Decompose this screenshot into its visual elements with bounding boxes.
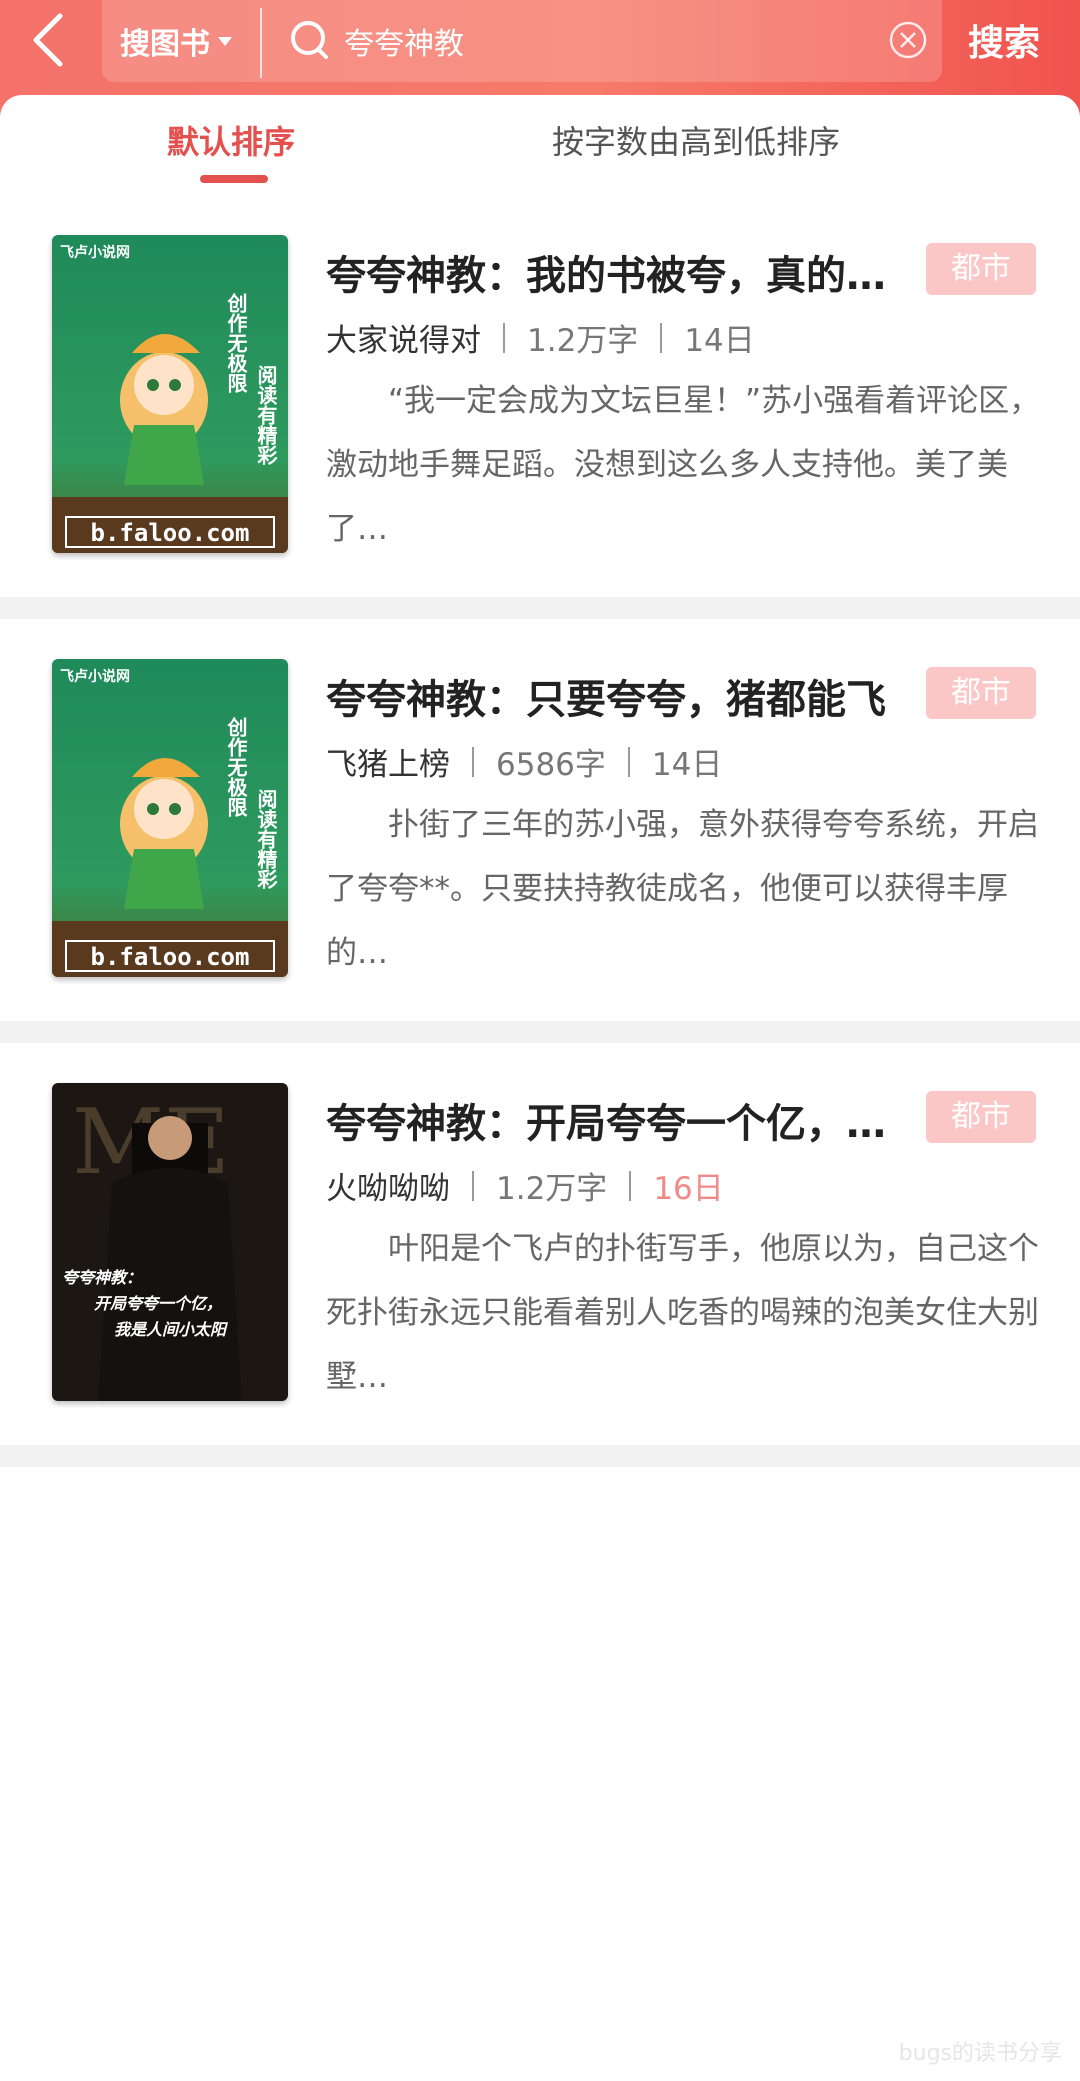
divider — [503, 322, 505, 353]
book-cover: b.faloo.com 飞卢小说网 创作无极限 阅读有精彩 — [52, 659, 288, 977]
search-icon — [291, 21, 328, 59]
book-item[interactable]: b.faloo.com 飞卢小说网 创作无极限 阅读有精彩 夸夸神教：我的书被夸… — [0, 235, 1080, 640]
book-title: 夸夸神教：我的书被夸，真的… — [326, 253, 886, 299]
author-name: 大家说得对 — [326, 323, 481, 359]
results-panel: 默认排序 按字数由高到低排序 b.faloo.com 飞卢小说网 创作无极限 阅… — [0, 95, 1080, 2081]
book-description: 扑街了三年的苏小强，意外获得夸夸系统，开启了夸夸**。只要扶持教徒成名，他便可以… — [326, 807, 1039, 971]
dropdown-arrow-icon — [218, 36, 232, 46]
category-tag: 都市 — [926, 243, 1036, 295]
back-button[interactable] — [22, 10, 82, 70]
word-count: 1.2万字 — [527, 323, 639, 359]
watermark: bugs的读书分享 — [898, 2041, 1062, 2066]
book-description: “我一定会成为文坛巨星！”苏小强看着评论区，激动地手舞足蹈。没想到这么多人支持他… — [326, 383, 1041, 547]
word-count: 1.2万字 — [496, 1171, 608, 1207]
update-date: 14日 — [684, 323, 755, 359]
category-tag: 都市 — [926, 667, 1036, 719]
search-box: 搜图书 — [102, 0, 942, 82]
divider — [627, 746, 630, 777]
sort-tabs: 默认排序 按字数由高到低排序 — [0, 95, 1080, 185]
author-name: 火呦呦呦 — [326, 1171, 450, 1207]
book-meta: 大家说得对 1.2万字 14日 — [326, 315, 755, 360]
cover-text-1: 夸夸神教： — [62, 1268, 142, 1287]
divider — [472, 1170, 474, 1201]
book-meta: 飞猪上榜 6586字 14日 — [326, 739, 722, 784]
search-scope-dropdown[interactable]: 搜图书 — [120, 18, 232, 64]
update-date: 14日 — [651, 747, 723, 783]
tab-sort-by-wordcount[interactable]: 按字数由高到低排序 — [552, 117, 840, 163]
chevron-left-icon — [33, 13, 63, 67]
separator — [0, 1021, 1080, 1043]
book-title: 夸夸神教：只要夸夸，猪都能飞 — [326, 677, 886, 723]
divider — [260, 8, 262, 78]
cover-brand-text: 飞卢小说网 — [60, 244, 130, 261]
cover-slogan-2: 阅读有精彩 — [254, 365, 278, 466]
cover-slogan-1: 创作无极限 — [224, 716, 248, 818]
book-title: 夸夸神教：开局夸夸一个亿，… — [326, 1101, 886, 1147]
divider — [629, 1170, 632, 1201]
category-tag: 都市 — [926, 1091, 1036, 1143]
clear-icon[interactable] — [888, 20, 928, 60]
divider — [472, 746, 474, 777]
book-cover: ME 夸夸神教： 开局夸夸一个亿， 我是人间小太阳 — [52, 1083, 288, 1401]
tab-default-sort[interactable]: 默认排序 — [167, 117, 295, 163]
cover-slogan-1: 创作无极限 — [224, 292, 248, 394]
divider — [660, 322, 663, 353]
book-meta: 火呦呦呦 1.2万字 16日 — [326, 1163, 724, 1208]
update-date: 16日 — [653, 1171, 724, 1207]
search-scope-label: 搜图书 — [120, 27, 210, 62]
cover-brand-text: 飞卢小说网 — [60, 668, 130, 685]
separator — [0, 1445, 1080, 1467]
cover-slogan-2: 阅读有精彩 — [254, 789, 278, 890]
book-item[interactable]: ME 夸夸神教： 开局夸夸一个亿， 我是人间小太阳 夸夸神教：开局夸夸一个亿，…… — [0, 1083, 1080, 1488]
cover-site-text: b.faloo.com — [91, 943, 250, 971]
cover-site-text: b.faloo.com — [91, 519, 250, 547]
separator — [0, 597, 1080, 619]
search-input[interactable] — [342, 16, 866, 66]
book-item[interactable]: b.faloo.com 飞卢小说网 创作无极限 阅读有精彩 夸夸神教：只要夸夸，… — [0, 659, 1080, 1064]
word-count: 6586字 — [496, 747, 606, 783]
cover-text-3: 我是人间小太阳 — [114, 1320, 229, 1339]
book-description: 叶阳是个飞卢的扑街写手，他原以为，自己这个死扑街永远只能看着别人吃香的喝辣的泡美… — [326, 1231, 1039, 1395]
author-name: 飞猪上榜 — [326, 747, 450, 783]
book-cover: b.faloo.com 飞卢小说网 创作无极限 阅读有精彩 — [52, 235, 288, 553]
search-button[interactable]: 搜索 — [968, 14, 1040, 66]
active-tab-indicator — [200, 175, 268, 183]
cover-text-2: 开局夸夸一个亿， — [94, 1294, 222, 1313]
